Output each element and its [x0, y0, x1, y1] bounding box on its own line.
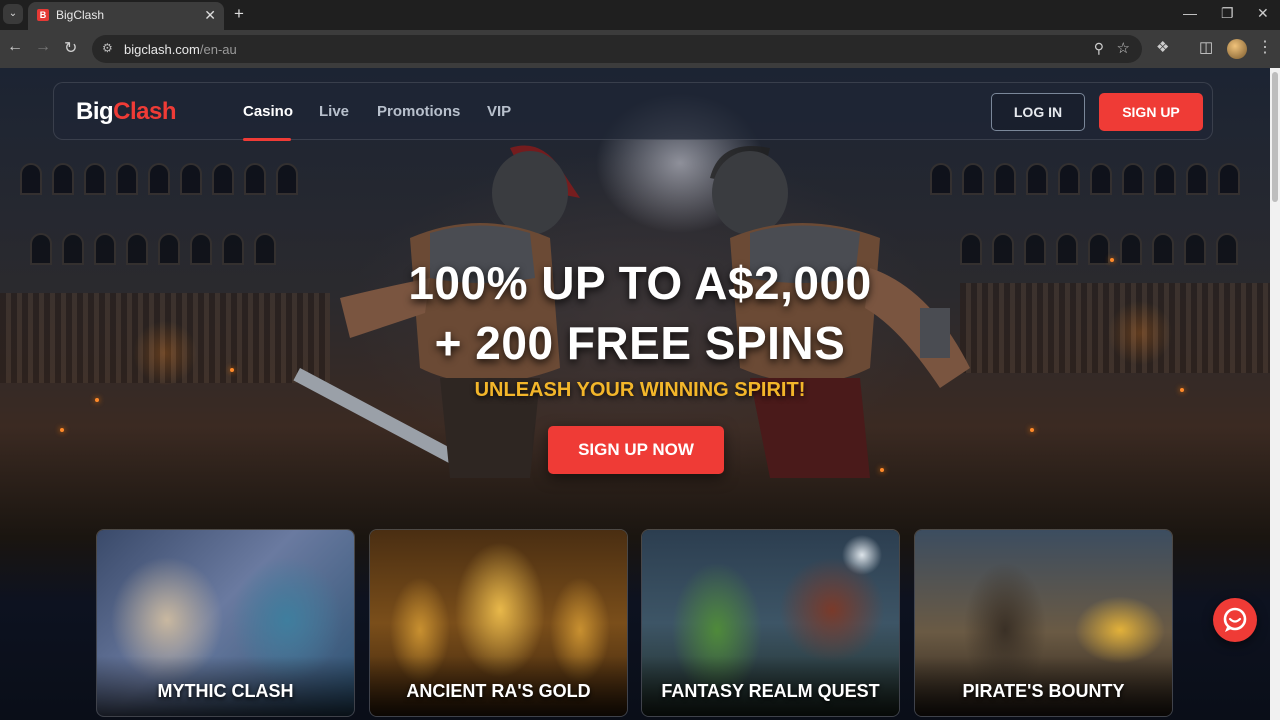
nav-promotions[interactable]: Promotions: [377, 103, 460, 120]
scrollbar-thumb[interactable]: [1272, 72, 1278, 202]
puzzle-icon[interactable]: ❖: [1156, 38, 1169, 56]
hero-headline-line2: + 200 FREE SPINS: [434, 317, 846, 369]
game-card-fantasy-realm-quest[interactable]: FANTASY REALM QUEST: [641, 529, 900, 717]
signup-now-button[interactable]: SIGN UP NOW: [548, 426, 724, 474]
live-chat-button[interactable]: [1213, 598, 1257, 642]
site-settings-icon[interactable]: ⚙: [102, 41, 113, 55]
kebab-menu-icon[interactable]: ⋮: [1257, 37, 1273, 57]
ember: [880, 468, 884, 472]
game-title: FANTASY REALM QUEST: [661, 681, 880, 701]
chat-bubble-icon: [1223, 607, 1247, 632]
page-viewport: BigClash Casino Live Promotions VIP LOG …: [0, 68, 1270, 720]
zoom-icon[interactable]: ⚲: [1094, 40, 1104, 57]
ember: [60, 428, 64, 432]
star-icon[interactable]: ☆: [1117, 39, 1130, 57]
page-scrollbar[interactable]: [1270, 68, 1280, 720]
game-title: ANCIENT RA'S GOLD: [406, 681, 591, 701]
nav-live[interactable]: Live: [319, 103, 349, 120]
hero-headline-line1: 100% UP TO A$2,000: [408, 257, 872, 309]
nav-vip[interactable]: VIP: [487, 103, 511, 120]
nav-casino[interactable]: Casino: [243, 103, 293, 120]
logo-text-clash: Clash: [113, 98, 177, 125]
browser-tab[interactable]: B BigClash ✕: [28, 2, 224, 30]
url-path: /en-au: [199, 42, 237, 57]
close-icon[interactable]: ✕: [204, 7, 216, 24]
side-panel-icon[interactable]: ◫: [1199, 38, 1213, 56]
game-card-mythic-clash[interactable]: MYTHIC CLASH: [96, 529, 355, 717]
nav-active-indicator: [243, 138, 291, 141]
maximize-icon[interactable]: ❐: [1221, 5, 1234, 22]
bigclash-logo[interactable]: BigClash: [76, 98, 177, 126]
game-title: PIRATE'S BOUNTY: [962, 681, 1125, 701]
reload-icon[interactable]: ↻: [64, 38, 77, 58]
browser-tabbar: ⌄ B BigClash ✕ + — ❐ ✕: [0, 0, 1280, 30]
login-button[interactable]: LOG IN: [991, 93, 1085, 131]
url-text[interactable]: bigclash.com/en-au: [124, 42, 237, 57]
tab-title: BigClash: [56, 8, 105, 22]
url-host: bigclash.com: [124, 42, 200, 57]
favicon-icon: B: [37, 9, 49, 21]
logo-text-big: Big: [76, 98, 114, 125]
forward-arrow-icon[interactable]: →: [35, 38, 51, 56]
plus-icon[interactable]: +: [234, 4, 244, 24]
hero-tagline: UNLEASH YOUR WINNING SPIRIT!: [474, 379, 806, 401]
game-title: MYTHIC CLASH: [157, 681, 294, 701]
chevron-down-icon[interactable]: ⌄: [3, 4, 23, 24]
browser-toolbar: ← → ↻ ⚙ bigclash.com/en-au ⚲ ☆ ❖ ◫ ⋮: [0, 30, 1280, 68]
address-bar[interactable]: ⚙ bigclash.com/en-au ⚲ ☆: [92, 35, 1142, 63]
game-card-ancient-ras-gold[interactable]: ANCIENT RA'S GOLD: [369, 529, 628, 717]
arena-arches-left: [20, 163, 298, 203]
back-arrow-icon[interactable]: ←: [7, 38, 23, 56]
signup-button[interactable]: SIGN UP: [1099, 93, 1203, 131]
ember: [1030, 428, 1034, 432]
minimize-icon[interactable]: —: [1183, 5, 1197, 21]
profile-avatar[interactable]: [1227, 39, 1247, 59]
site-header: BigClash Casino Live Promotions VIP LOG …: [53, 82, 1213, 141]
close-window-icon[interactable]: ✕: [1257, 5, 1269, 22]
game-card-pirates-bounty[interactable]: PIRATE'S BOUNTY: [914, 529, 1173, 717]
